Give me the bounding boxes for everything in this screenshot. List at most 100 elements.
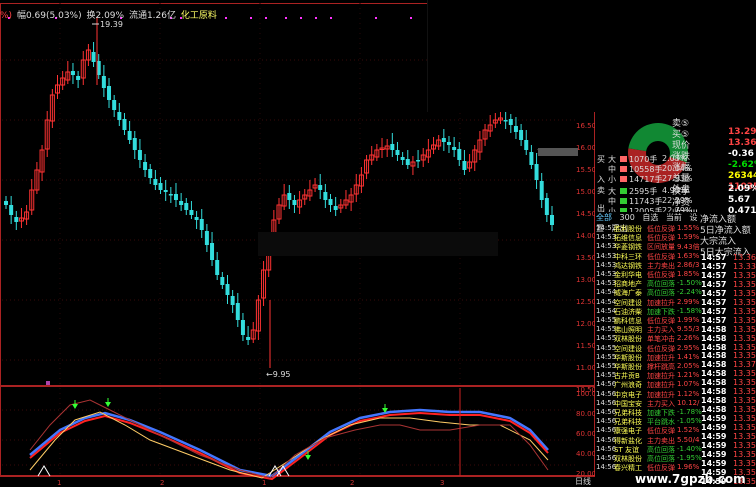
tick-time: 14:57 (701, 279, 727, 289)
price-axis-label: 12.50 (576, 298, 595, 306)
radar-value: 1.96% (677, 463, 700, 472)
order-volume: 14717手 (629, 175, 663, 184)
tick-time: 14:59 (701, 423, 727, 433)
period-label[interactable]: 日线 (575, 476, 591, 487)
svg-text:2: 2 (350, 479, 354, 487)
svg-text:2: 2 (160, 479, 164, 487)
tick-price: 13.35 (733, 306, 756, 316)
order-swatch (620, 166, 627, 172)
low-price-label: ←9.95 (266, 370, 291, 379)
radar-value: 1.41% (677, 352, 700, 361)
quote-value: 2.09% (728, 184, 756, 194)
svg-text:1: 1 (57, 479, 61, 487)
tick-price: 13.35 (733, 315, 756, 325)
radar-value: 1.85% (677, 270, 700, 278)
tick-price: 13.35 (733, 369, 756, 379)
price-axis-label: 14.00 (576, 232, 595, 240)
order-size: 小 (608, 175, 616, 184)
tick-price: 13.35 (733, 288, 756, 298)
quote-value: 13.36 (728, 138, 756, 148)
tab-watchlist[interactable]: 自选 (642, 213, 658, 222)
radar-value: 1.07% (677, 380, 700, 389)
radar-value: 10.12/ (677, 398, 700, 407)
radar-value: 9.55/3 (677, 325, 700, 334)
radar-value: 1.12% (677, 389, 700, 398)
tick-time: 14:58 (701, 324, 727, 334)
tick-time: 14:57 (701, 297, 727, 307)
pct-text: %) (0, 11, 13, 21)
order-swatch (620, 156, 627, 162)
price-axis-label: 13.00 (576, 276, 595, 284)
tick-time: 14:59 (701, 458, 727, 468)
radar-value: 2.99% (677, 297, 700, 306)
quote-value: 5.67 (728, 195, 751, 205)
tick-time: 14:57 (701, 270, 727, 280)
quote-value: 13.29 (728, 127, 756, 137)
tick-price: 13.35 (733, 351, 756, 361)
tick-time: 14:57 (701, 288, 727, 298)
tick-price: 13.35 (733, 458, 756, 468)
price-axis-label: 12.00 (576, 320, 595, 328)
price-axis-label: 16.50 (576, 122, 595, 130)
radar-value: -1.58% (677, 306, 702, 315)
order-swatch (620, 176, 627, 182)
price-axis-label: 16.00 (576, 144, 595, 152)
tick-price: 13.35 (733, 432, 756, 441)
tick-time: 14:59 (701, 440, 727, 450)
watermark: www.7gpzb.com (635, 472, 746, 486)
stock-info-bar: %) 幅0.69(5.03%) 换2.09% 流通1.26亿 化工原料 (0, 8, 219, 21)
indicator-axis-label: 40.00 (576, 450, 595, 458)
price-axis-label: 14.50 (576, 210, 595, 218)
radar-value: 1.21% (677, 371, 700, 380)
magnitude-label: 幅0.69(5.03%) (16, 11, 82, 21)
tick-time: 14:57 (701, 253, 727, 262)
indicator-axis-label: 100.00 (576, 390, 595, 398)
order-swatch (620, 198, 627, 204)
radar-value: 1.55% (677, 224, 700, 232)
order-percent: 4.93% (662, 186, 688, 195)
radar-value: 1.52% (677, 426, 700, 435)
tick-time: 14:58 (701, 405, 727, 415)
tick-price: 13.35 (733, 378, 756, 388)
tab-all[interactable]: 全部 (596, 213, 612, 222)
tick-price: 13.35 (733, 324, 756, 334)
tab-300[interactable]: 300 (620, 213, 635, 222)
radar-value: 2.95% (677, 343, 700, 352)
order-percent: 2.03% (662, 154, 688, 163)
radar-value: 1.63% (677, 251, 700, 260)
tick-time: 14:59 (701, 432, 727, 441)
order-percent: 20.04% (662, 164, 693, 173)
tick-price: 13.35 (733, 279, 756, 289)
tick-price: 13.35 (733, 333, 756, 343)
tick-time: 14:58 (701, 351, 727, 361)
radar-value: -1.78% (677, 408, 702, 416)
radar-value: 2.86/3 (677, 260, 700, 269)
tab-current[interactable]: 当前 (666, 213, 682, 222)
tick-price: 13.35 (733, 297, 756, 307)
tick-time: 14:59 (701, 449, 727, 459)
order-percent: 27.93% (662, 174, 693, 183)
tick-price: 13.35 (733, 440, 756, 450)
overlay-bar (258, 232, 498, 256)
tick-price: 13.35 (733, 449, 756, 459)
indicator-axis-label: 80.00 (576, 410, 595, 418)
radar-value: 1.99% (677, 316, 700, 324)
price-axis-label: 11.50 (576, 342, 595, 350)
tick-price: 13.35 (733, 387, 756, 397)
tick-price: 13.35 (733, 405, 756, 415)
order-in-label: 入 (597, 175, 605, 184)
order-buy-label: 买 (597, 155, 605, 164)
price-marker (538, 148, 578, 156)
tick-time: 14:58 (701, 378, 727, 388)
radar-value: -2.24% (677, 288, 702, 297)
tick-time: 14:58 (701, 333, 727, 343)
tick-time: 14:58 (701, 342, 727, 352)
radar-value: -1.40% (677, 444, 702, 453)
tick-price: 13.33 (733, 261, 756, 271)
sector-label: 化工原料 (180, 11, 217, 21)
price-axis-label: 11.00 (576, 364, 595, 372)
quote-value: -2.62% (728, 160, 756, 170)
svg-text:3: 3 (440, 479, 444, 487)
tick-price: 13.37 (733, 360, 756, 370)
radar-value: 2.26% (677, 334, 700, 343)
